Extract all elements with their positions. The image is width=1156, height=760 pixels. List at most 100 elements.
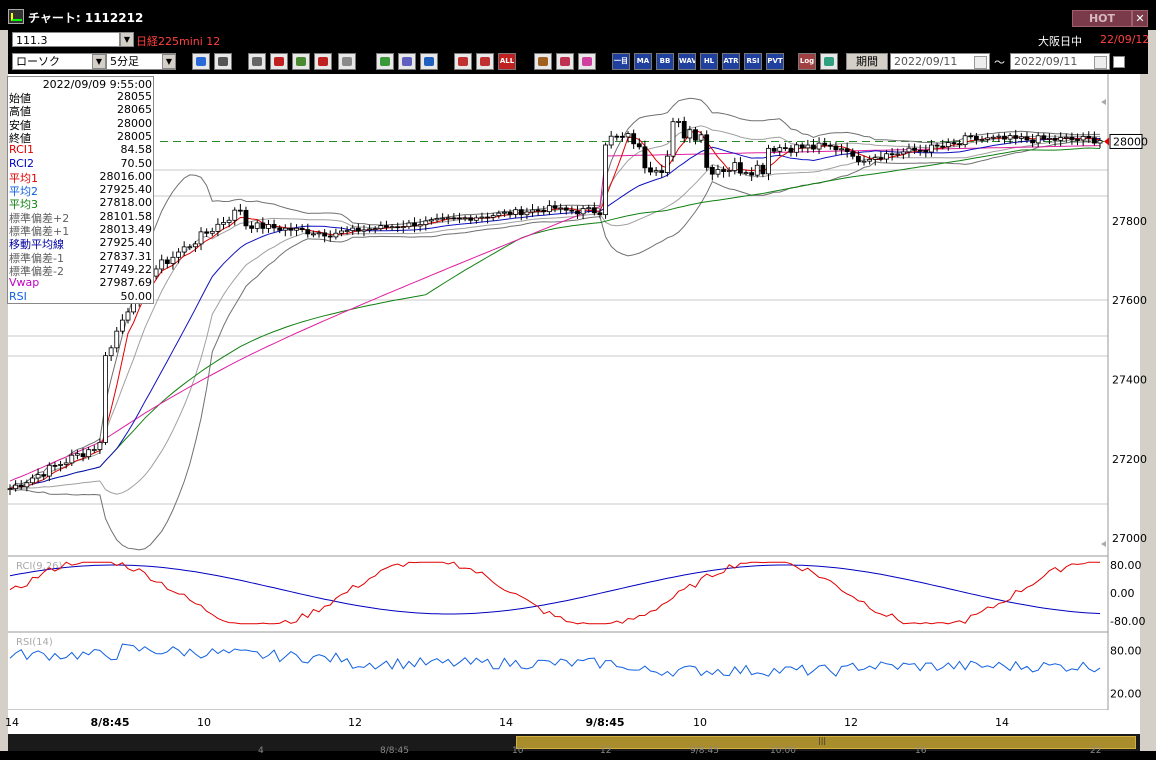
candle-body — [193, 243, 198, 248]
time-scrollbar[interactable] — [8, 734, 1140, 751]
candle-body — [586, 207, 592, 210]
hl-button[interactable]: HL — [700, 53, 718, 70]
window-title: チャート: 1112212 — [28, 11, 144, 25]
candle-body — [844, 148, 850, 153]
candle-body — [867, 159, 873, 162]
candle-body — [417, 224, 423, 227]
candle-body — [850, 151, 856, 157]
footer-date-label: 22 — [1090, 746, 1102, 756]
crosshair-icon[interactable] — [214, 53, 232, 70]
candle-body — [24, 482, 30, 488]
candle-body — [962, 135, 968, 145]
info-row: 標準偏差-2 27749.22 — [9, 263, 152, 278]
magnifier-red-icon[interactable] — [270, 53, 288, 70]
x-tick-label: 10 — [693, 716, 707, 729]
candle-body — [743, 172, 749, 174]
info-value: 70.50 — [120, 156, 153, 170]
instrument-code-input[interactable]: 111.3 — [12, 32, 120, 47]
gear-icon[interactable] — [534, 53, 552, 70]
candle-body — [906, 147, 912, 153]
candle-body — [1030, 139, 1035, 144]
candle-body — [957, 143, 962, 146]
hand-down-icon[interactable] — [248, 53, 266, 70]
date-to-input[interactable]: 2022/09/11 — [1010, 53, 1110, 70]
ichimoku-button[interactable]: 一目 — [612, 53, 630, 70]
brush-icon[interactable] — [556, 53, 574, 70]
cursor-icon[interactable] — [398, 53, 416, 70]
price-tick-label: 27800 — [1112, 215, 1147, 228]
footer-date-label: 9/8:45 — [690, 746, 719, 756]
wave-button[interactable]: WAVE — [678, 53, 696, 70]
candle-body — [608, 135, 614, 146]
candle-body — [164, 259, 170, 264]
candle-red-icon[interactable] — [314, 53, 332, 70]
candle-body — [1007, 135, 1013, 140]
instrument-dropdown-button[interactable]: ▼ — [120, 32, 134, 47]
undo-icon[interactable] — [420, 53, 438, 70]
export-icon[interactable] — [820, 53, 838, 70]
zoom-icon[interactable] — [192, 53, 210, 70]
interval-dropdown[interactable]: ▼ — [162, 54, 176, 69]
candle-body — [277, 227, 283, 231]
calendar-icon[interactable] — [974, 56, 987, 69]
candle-body — [878, 157, 884, 160]
candle-body — [86, 449, 92, 458]
candle-single-icon[interactable] — [454, 53, 472, 70]
candle-body — [693, 129, 698, 141]
candle-body — [681, 120, 687, 139]
all-button[interactable]: ALL — [498, 53, 516, 70]
price-tick-label: 27000 — [1112, 532, 1147, 545]
x-tick-label: 12 — [844, 716, 858, 729]
toolbar-glyph — [560, 57, 570, 66]
candle-body — [979, 139, 985, 141]
candle-body — [97, 442, 103, 450]
candle-body — [226, 219, 232, 223]
candle-body — [721, 169, 726, 172]
candle-body — [738, 162, 743, 174]
pen-icon[interactable] — [376, 53, 394, 70]
bar-chart-icon[interactable] — [292, 53, 310, 70]
toolbar-glyph — [824, 57, 834, 66]
calendar-icon[interactable] — [1094, 56, 1107, 69]
price-chart[interactable]: RCI(9,26) 80.000.00-80.00 RSI(14)80.0020.… — [0, 74, 1156, 734]
candle-body — [473, 217, 479, 221]
info-label: Vwap — [9, 276, 40, 290]
period-button[interactable]: 期間 — [846, 53, 888, 70]
candle-body — [428, 219, 434, 222]
candle-body — [496, 212, 502, 216]
candle-body — [153, 268, 159, 277]
candle-body — [1080, 136, 1086, 141]
range-checkbox[interactable] — [1113, 56, 1125, 68]
toolbar-glyph — [380, 57, 390, 66]
log-button[interactable]: Log — [798, 53, 816, 70]
chart-type-dropdown[interactable]: ▼ — [92, 54, 106, 69]
chart-type-value: ローソク — [16, 55, 60, 68]
close-button[interactable]: ✕ — [1132, 10, 1148, 27]
candle-double-icon[interactable] — [476, 53, 494, 70]
rsi-button[interactable]: RSI — [744, 53, 762, 70]
candle-body — [339, 230, 344, 234]
grey-tool-icon[interactable] — [338, 53, 356, 70]
color-palette-icon[interactable] — [578, 53, 596, 70]
candle-body — [35, 474, 41, 479]
date-from-input[interactable]: 2022/09/11 — [890, 53, 990, 70]
pvt-button[interactable]: PVT — [766, 53, 784, 70]
candle-body — [423, 220, 429, 225]
candle-body — [951, 142, 957, 145]
candle-body — [917, 149, 923, 152]
ma-button[interactable]: MA — [634, 53, 652, 70]
candle-body — [108, 347, 114, 357]
candle-body — [1091, 137, 1097, 144]
candle-body — [1013, 135, 1019, 139]
hot-button[interactable]: HOT — [1072, 10, 1132, 27]
candle-body — [541, 209, 547, 213]
info-value: 27837.31 — [99, 249, 153, 263]
candle-body — [985, 137, 991, 140]
info-value: 50.00 — [120, 289, 153, 303]
candle-body — [670, 121, 676, 157]
candle-body — [294, 227, 299, 231]
bb-button[interactable]: BB — [656, 53, 674, 70]
atr-button[interactable]: ATR — [722, 53, 740, 70]
candle-body — [726, 170, 732, 172]
candle-body — [384, 225, 389, 228]
